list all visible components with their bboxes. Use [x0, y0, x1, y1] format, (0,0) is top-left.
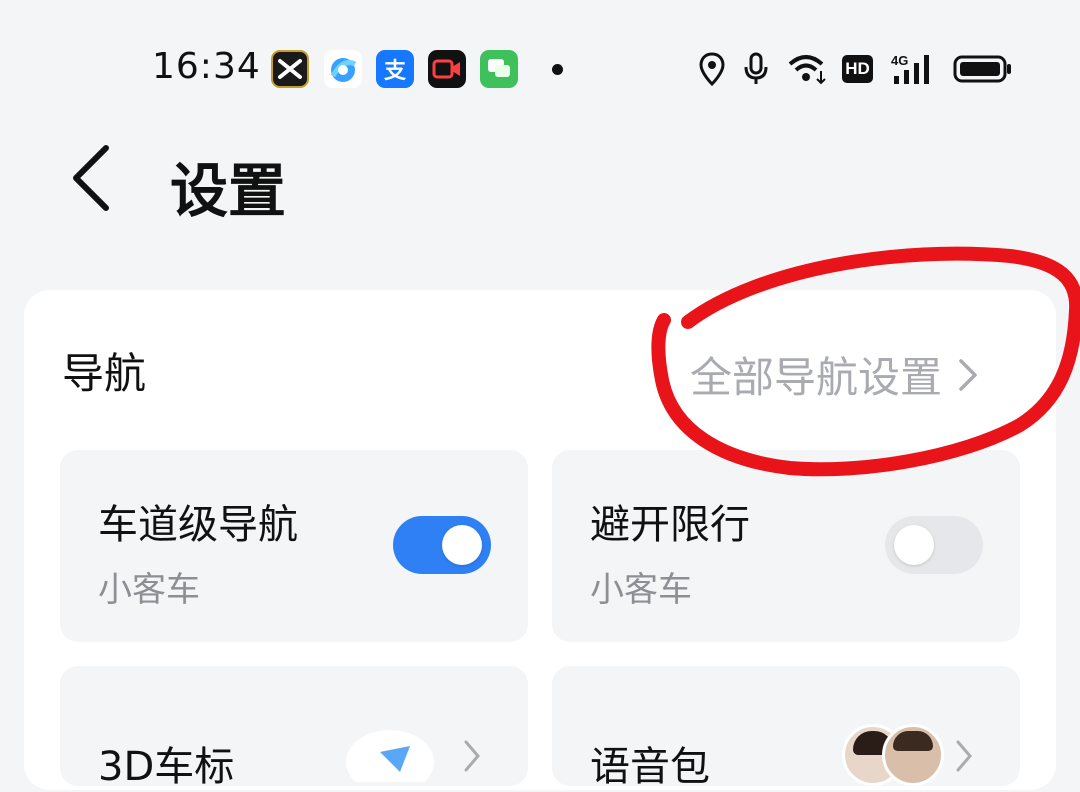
status-time: 16:34 [152, 46, 261, 87]
all-navigation-settings-label: 全部导航设置 [690, 353, 943, 402]
chevron-right-icon [956, 740, 972, 772]
avatar [882, 724, 944, 786]
lane-navigation-toggle[interactable] [393, 516, 491, 574]
chevron-right-icon [464, 740, 480, 772]
car-icon-3d-tile[interactable]: 3D车标 [60, 666, 528, 790]
section-title: 导航 [62, 349, 147, 398]
chevron-right-icon [959, 358, 977, 391]
tile-title: 3D车标 [98, 744, 235, 790]
battery-icon [952, 50, 1014, 88]
alipay-icon: 支 [376, 50, 414, 88]
location-icon [698, 50, 726, 88]
toggle-knob [442, 525, 482, 565]
voice-pack-tile[interactable]: 语音包 [552, 666, 1020, 790]
tile-subtitle: 小客车 [98, 570, 200, 610]
video-recorder-icon [428, 50, 466, 88]
messages-icon [480, 50, 518, 88]
page-header: 设置 [0, 140, 1080, 230]
status-bar: 16:34 支 HD 4G [0, 0, 1080, 140]
avoid-restriction-tile[interactable]: 避开限行 小客车 [552, 450, 1020, 642]
tile-title: 车道级导航 [98, 502, 298, 548]
all-navigation-settings-link[interactable]: 全部导航设置 [690, 344, 980, 405]
notification-dot [552, 64, 563, 75]
svg-text:4G: 4G [891, 53, 908, 68]
avoid-restriction-toggle[interactable] [885, 516, 983, 574]
toggle-knob [894, 525, 934, 565]
hd-icon: HD [842, 55, 873, 83]
page-title: 设置 [170, 157, 287, 225]
lane-navigation-tile[interactable]: 车道级导航 小客车 [60, 450, 528, 642]
microphone-icon [742, 50, 770, 88]
browser-icon [324, 50, 362, 88]
chevron-left-icon [73, 145, 109, 211]
cellular-4g-icon: 4G [890, 50, 938, 88]
back-button[interactable] [62, 140, 126, 218]
wifi-icon [786, 50, 830, 88]
capcut-icon [271, 50, 309, 88]
tile-title: 语音包 [590, 744, 710, 790]
car-3d-preview-icon [346, 730, 434, 782]
tile-subtitle: 小客车 [590, 570, 692, 610]
tile-title: 避开限行 [590, 502, 750, 548]
